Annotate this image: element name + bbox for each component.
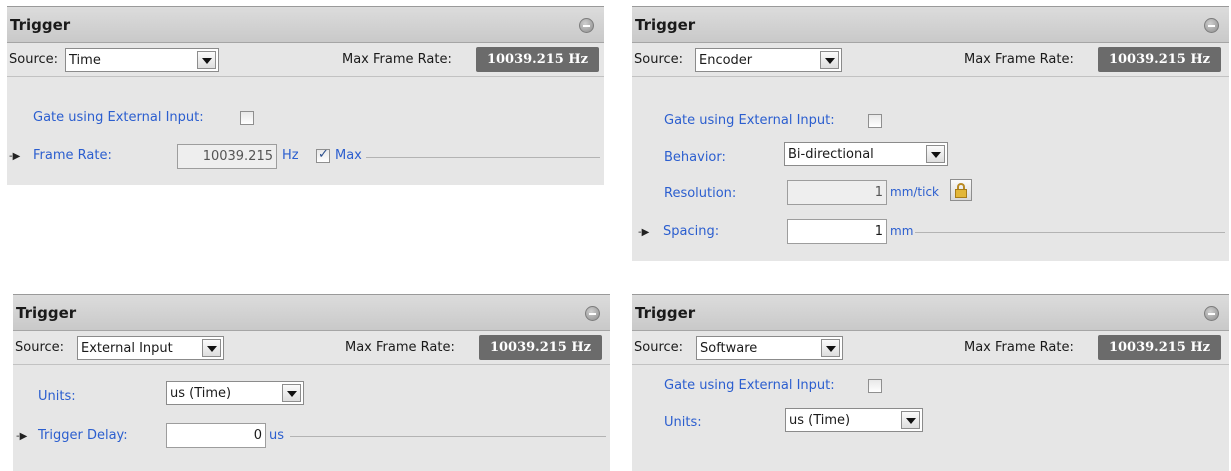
- gate-label: Gate using External Input:: [33, 110, 204, 125]
- panel-header[interactable]: Trigger: [7, 6, 604, 43]
- frame-rate-unit: Hz: [282, 148, 299, 163]
- source-select[interactable]: Time: [65, 48, 219, 72]
- units-select[interactable]: us (Time): [785, 408, 923, 432]
- spacing-label: Spacing:: [663, 224, 720, 239]
- max-frame-rate-value: 10039.215 Hz: [1098, 335, 1221, 360]
- trigger-delay-label: Trigger Delay:: [38, 428, 128, 443]
- source-select-value: External Input: [81, 341, 173, 356]
- source-bar: Source: Encoder Max Frame Rate: 10039.21…: [632, 43, 1229, 77]
- chevron-down-icon[interactable]: [197, 51, 216, 69]
- panel-title: Trigger: [635, 16, 696, 34]
- source-select[interactable]: Encoder: [695, 48, 842, 72]
- max-frame-rate-value: 10039.215 Hz: [1098, 47, 1221, 72]
- gate-checkbox[interactable]: [868, 114, 882, 128]
- collapse-icon[interactable]: [585, 306, 600, 321]
- trigger-panel-encoder: Trigger Source: Encoder Max Frame Rate: …: [632, 6, 1229, 261]
- source-select[interactable]: External Input: [77, 336, 224, 360]
- collapse-icon[interactable]: [1204, 18, 1219, 33]
- chevron-down-icon[interactable]: [202, 339, 221, 357]
- trigger-delay-unit: us: [269, 428, 285, 443]
- expand-arrow-icon[interactable]: -▶: [16, 431, 27, 442]
- behavior-select-value: Bi-directional: [788, 147, 874, 162]
- max-frame-rate-label: Max Frame Rate:: [964, 340, 1074, 355]
- chevron-down-icon[interactable]: [926, 145, 945, 163]
- source-select-value: Encoder: [699, 53, 753, 68]
- lock-icon[interactable]: [950, 179, 972, 201]
- source-select[interactable]: Software: [696, 336, 843, 360]
- units-label: Units:: [38, 389, 76, 404]
- separator-line: [366, 157, 600, 158]
- chevron-down-icon[interactable]: [821, 339, 840, 357]
- gate-label: Gate using External Input:: [664, 378, 835, 393]
- spacing-unit: mm: [890, 224, 914, 238]
- max-frame-rate-label: Max Frame Rate:: [345, 340, 455, 355]
- source-bar: Source: External Input Max Frame Rate: 1…: [13, 331, 610, 365]
- max-label: Max: [335, 148, 362, 163]
- collapse-icon[interactable]: [1204, 306, 1219, 321]
- separator-line: [915, 232, 1225, 233]
- expand-arrow-icon[interactable]: -▶: [638, 227, 649, 238]
- expand-arrow-icon[interactable]: -▶: [9, 151, 20, 162]
- behavior-label: Behavior:: [664, 150, 726, 165]
- units-label: Units:: [664, 415, 702, 430]
- panel-header[interactable]: Trigger: [632, 6, 1229, 43]
- source-label: Source:: [15, 340, 65, 355]
- frame-rate-input[interactable]: 10039.215: [177, 144, 277, 169]
- max-checkbox[interactable]: [316, 147, 330, 163]
- chevron-down-icon[interactable]: [901, 411, 920, 429]
- collapse-icon[interactable]: [579, 18, 594, 33]
- panel-title: Trigger: [16, 304, 77, 322]
- panel-title: Trigger: [10, 16, 71, 34]
- spacing-input[interactable]: 1: [787, 219, 887, 244]
- source-label: Source:: [634, 52, 684, 67]
- trigger-panel-software: Trigger Source: Software Max Frame Rate:…: [632, 294, 1229, 471]
- source-label: Source:: [634, 340, 684, 355]
- chevron-down-icon[interactable]: [820, 51, 839, 69]
- trigger-delay-input[interactable]: 0: [166, 423, 266, 448]
- panel-header[interactable]: Trigger: [632, 294, 1229, 331]
- panel-title: Trigger: [635, 304, 696, 322]
- chevron-down-icon[interactable]: [282, 384, 301, 402]
- behavior-select[interactable]: Bi-directional: [784, 142, 948, 166]
- trigger-panel-external-input: Trigger Source: External Input Max Frame…: [13, 294, 610, 471]
- source-select-value: Software: [700, 341, 758, 356]
- gate-checkbox[interactable]: [868, 379, 882, 393]
- resolution-unit: mm/tick: [890, 185, 940, 199]
- units-select-value: us (Time): [789, 413, 851, 428]
- source-label: Source:: [9, 52, 59, 67]
- resolution-label: Resolution:: [664, 186, 737, 201]
- gate-checkbox[interactable]: [240, 111, 254, 125]
- panel-header[interactable]: Trigger: [13, 294, 610, 331]
- max-frame-rate-label: Max Frame Rate:: [964, 52, 1074, 67]
- source-bar: Source: Time Max Frame Rate: 10039.215 H…: [7, 43, 604, 77]
- gate-label: Gate using External Input:: [664, 113, 835, 128]
- resolution-input: 1: [787, 180, 887, 205]
- frame-rate-label: Frame Rate:: [33, 148, 112, 163]
- units-select-value: us (Time): [170, 386, 232, 401]
- max-frame-rate-label: Max Frame Rate:: [342, 52, 452, 67]
- max-frame-rate-value: 10039.215 Hz: [476, 47, 599, 72]
- source-bar: Source: Software Max Frame Rate: 10039.2…: [632, 331, 1229, 365]
- max-frame-rate-value: 10039.215 Hz: [479, 335, 602, 360]
- separator-line: [290, 436, 606, 437]
- trigger-panel-time: Trigger Source: Time Max Frame Rate: 100…: [7, 6, 604, 185]
- source-select-value: Time: [69, 53, 101, 68]
- units-select[interactable]: us (Time): [166, 381, 304, 405]
